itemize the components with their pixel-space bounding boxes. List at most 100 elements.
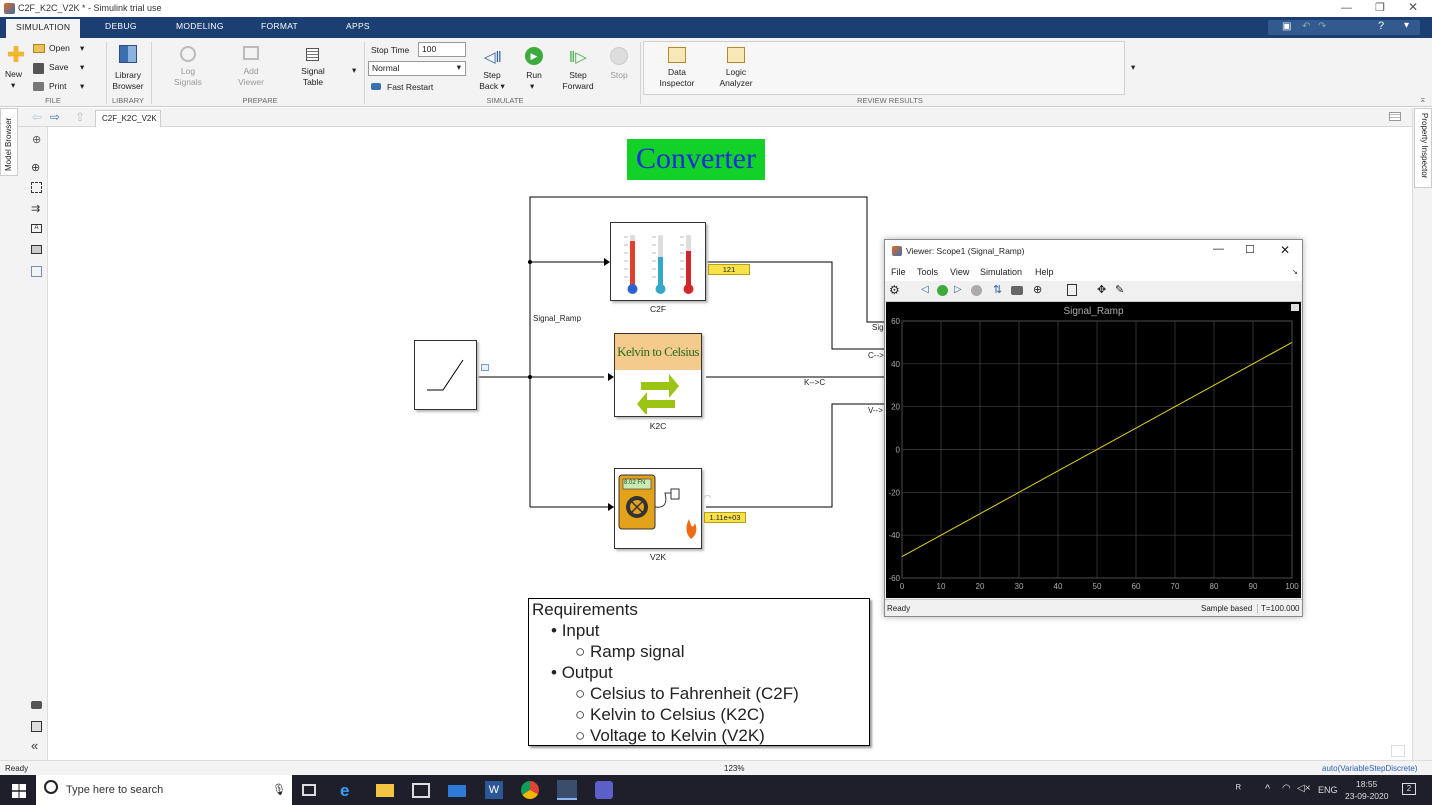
area-icon[interactable] (31, 266, 42, 277)
step-back-icon[interactable]: ◁‖ (484, 48, 502, 66)
undo-icon[interactable]: ↶ (1302, 21, 1310, 32)
tray-chevron-icon[interactable]: ^ (1265, 783, 1270, 795)
file-explorer-icon[interactable] (376, 784, 394, 797)
menu-file[interactable]: File (891, 267, 906, 277)
arrow-right-icon[interactable]: ⇉ (31, 202, 40, 215)
plot-area[interactable]: Signal_Ramp 0 10 20 30 40 50 60 70 80 90 100 60 40 20… (886, 302, 1301, 598)
restore-button[interactable]: ❐ (1375, 1, 1385, 14)
matlab-taskbar-icon[interactable] (557, 780, 577, 800)
hide-browser-icon[interactable]: ⊕ (32, 133, 41, 146)
screenshot-icon[interactable] (31, 701, 42, 709)
step-back-scope-icon[interactable]: ◁ (921, 284, 929, 295)
c2f-block-label[interactable]: C2F (638, 304, 678, 314)
close-button[interactable]: ✕ (1408, 0, 1418, 14)
logic-analyzer-button[interactable]: Logic Analyzer (711, 67, 761, 89)
stop-scope-icon[interactable] (971, 285, 982, 296)
log-signals-button[interactable]: Log Signals (166, 66, 210, 88)
notification-icon[interactable]: 2 (1402, 783, 1416, 795)
signal-table-icon[interactable] (306, 48, 319, 61)
forward-arrow-icon[interactable]: ⇨ (50, 110, 60, 124)
teams-icon[interactable] (595, 781, 613, 799)
word-icon[interactable]: W (485, 781, 503, 799)
tab-simulation[interactable]: SIMULATION (6, 19, 81, 38)
highlight-icon[interactable]: ⇅ (993, 283, 1002, 296)
stop-button[interactable]: Stop (603, 70, 635, 81)
c2f-signal-label[interactable]: C--> (868, 351, 884, 360)
simulation-mode-select[interactable]: Normal ▾ (368, 61, 466, 76)
solver-info[interactable]: auto(VariableStepDiscrete) (1322, 764, 1417, 773)
review-gallery-dropdown-icon[interactable]: ▾ (1131, 62, 1135, 73)
minimize-button[interactable]: — (1341, 2, 1352, 14)
cursor-icon[interactable]: ✥ (1097, 283, 1106, 296)
run-scope-icon[interactable] (937, 285, 948, 296)
edge-icon[interactable]: e (340, 781, 358, 800)
print-dropdown-icon[interactable]: ▾ (80, 81, 84, 92)
menu-simulation[interactable]: Simulation (980, 267, 1022, 277)
step-forward-button[interactable]: Step Forward (558, 70, 598, 92)
signal-ramp-label[interactable]: Signal_Ramp (533, 314, 581, 323)
c2f-display[interactable]: 121 (708, 264, 750, 275)
prepare-gallery-dropdown-icon[interactable]: ▾ (352, 65, 356, 76)
logic-analyzer-icon[interactable] (727, 47, 745, 63)
step-forward-icon[interactable]: ‖▷ (569, 48, 587, 66)
up-arrow-icon[interactable]: ⇧ (75, 110, 85, 124)
ramp-block[interactable] (414, 340, 477, 410)
v2k-block[interactable]: 8.02 FN (614, 468, 702, 549)
new-icon[interactable] (8, 46, 24, 62)
tab-debug[interactable]: DEBUG (105, 21, 137, 31)
clock-date[interactable]: 23-09-2020 (1345, 791, 1388, 801)
open-dropdown-icon[interactable]: ▾ (80, 43, 84, 54)
open-icon[interactable] (33, 44, 45, 53)
windows-start-icon[interactable] (12, 784, 26, 798)
v2k-display[interactable]: 1.11e+03 (704, 512, 746, 523)
taskbar-search-box[interactable]: Type here to search 🎙 (36, 775, 292, 805)
data-inspector-button[interactable]: Data Inspector (652, 67, 702, 89)
run-dropdown-icon[interactable]: ▾ (530, 81, 534, 92)
library-browser-icon[interactable] (119, 45, 137, 63)
fast-restart-button[interactable]: Fast Restart (387, 82, 433, 93)
v2k-block-label[interactable]: V2K (638, 552, 678, 562)
annotation-icon[interactable]: A (31, 224, 42, 233)
new-dropdown-icon[interactable]: ▾ (11, 80, 15, 91)
sig-label[interactable]: Sig (872, 323, 884, 332)
minimize-toolstrip-icon[interactable]: ▾ (1404, 20, 1409, 31)
mail-icon[interactable] (448, 785, 466, 797)
save-quick-icon[interactable]: ▣ (1282, 21, 1291, 32)
property-icon[interactable] (31, 721, 42, 732)
save-button[interactable]: Save (49, 62, 68, 73)
camera-icon[interactable] (1011, 286, 1023, 295)
v2k-signal-label[interactable]: V--> (868, 406, 883, 415)
people-icon[interactable]: ᴿ (1236, 783, 1241, 795)
step-back-button[interactable]: Step Back ▾ (472, 70, 512, 92)
requirements-annotation[interactable]: Requirements • Input ○ Ramp signal • Out… (528, 598, 870, 746)
viewer-maximize-button[interactable]: ☐ (1245, 243, 1255, 256)
fit-view-icon[interactable] (31, 182, 42, 193)
viewer-close-button[interactable]: ✕ (1280, 243, 1290, 257)
print-icon[interactable] (33, 82, 44, 91)
store-icon[interactable] (412, 783, 430, 798)
redo-icon[interactable]: ↷ (1318, 21, 1326, 32)
data-inspector-icon[interactable] (668, 47, 686, 63)
image-icon[interactable] (31, 245, 42, 254)
k2c-block-label[interactable]: K2C (638, 421, 678, 431)
save-icon[interactable] (33, 63, 44, 74)
task-view-icon[interactable] (302, 784, 316, 796)
menu-tools[interactable]: Tools (917, 267, 938, 277)
clock-time[interactable]: 18:55 (1356, 779, 1377, 789)
model-tab[interactable]: C2F_K2C_V2K (95, 110, 161, 127)
add-viewer-button[interactable]: Add Viewer (229, 66, 273, 88)
wifi-tray-icon[interactable]: ◠ (1282, 783, 1291, 794)
open-button[interactable]: Open (49, 43, 70, 54)
run-icon[interactable]: ▶ (525, 47, 543, 65)
chrome-icon[interactable] (521, 781, 539, 799)
converter-title[interactable]: Converter (627, 139, 765, 180)
microphone-icon[interactable]: 🎙 (272, 783, 286, 796)
resize-grip-icon[interactable] (1391, 745, 1405, 757)
model-browser-tab[interactable]: Model Browser (0, 108, 18, 176)
new-button[interactable]: New (5, 69, 22, 80)
help-icon[interactable]: ? (1378, 20, 1384, 32)
c2f-block[interactable] (610, 222, 706, 301)
settings-gear-icon[interactable]: ⚙ (889, 283, 900, 297)
volume-icon[interactable]: ◁× (1297, 783, 1311, 794)
tab-apps[interactable]: APPS (346, 21, 370, 31)
